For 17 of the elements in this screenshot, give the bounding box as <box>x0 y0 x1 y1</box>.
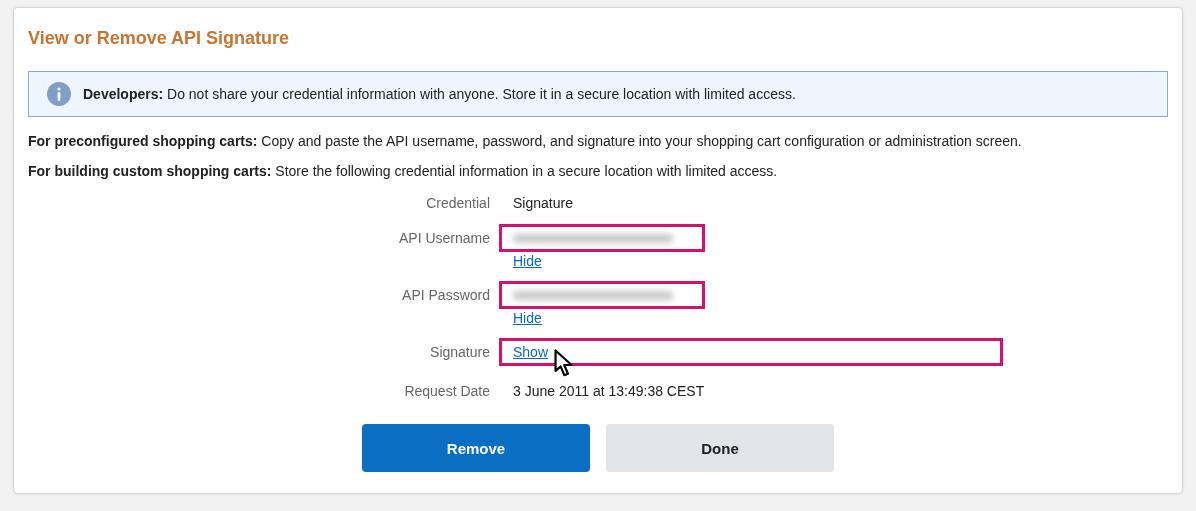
info-icon <box>47 82 71 106</box>
instruction-text: For building custom shopping carts: Store the following credential information in a secure location with limited access. <box>28 163 779 179</box>
remove-button[interactable]: Remove <box>362 424 590 472</box>
done-button[interactable]: Done <box>606 424 834 472</box>
hide-link[interactable]: Hide <box>513 252 542 270</box>
show-link[interactable]: Show <box>513 343 549 361</box>
instruction-text: For preconfigured shopping carts: Copy and paste the API username, password, and signature into your shopping cart configuration or administration screen. <box>28 133 1023 149</box>
field-label: Credential <box>426 194 490 213</box>
field-label: Signature <box>430 343 490 362</box>
field-label: Request Date <box>404 382 490 401</box>
dialog-title: View or Remove API Signature <box>28 28 291 49</box>
field-label: API Username <box>398 229 490 248</box>
field-value: Signature <box>513 194 574 213</box>
field-value: 3 June 2011 at 13:49:38 CEST <box>513 382 706 401</box>
notice-text: Developers: Do not share your credential information with anyone. Store it in a secure location with limited access. <box>83 86 796 102</box>
field-label: API Password <box>402 286 490 305</box>
hide-link[interactable]: Hide <box>513 309 542 327</box>
